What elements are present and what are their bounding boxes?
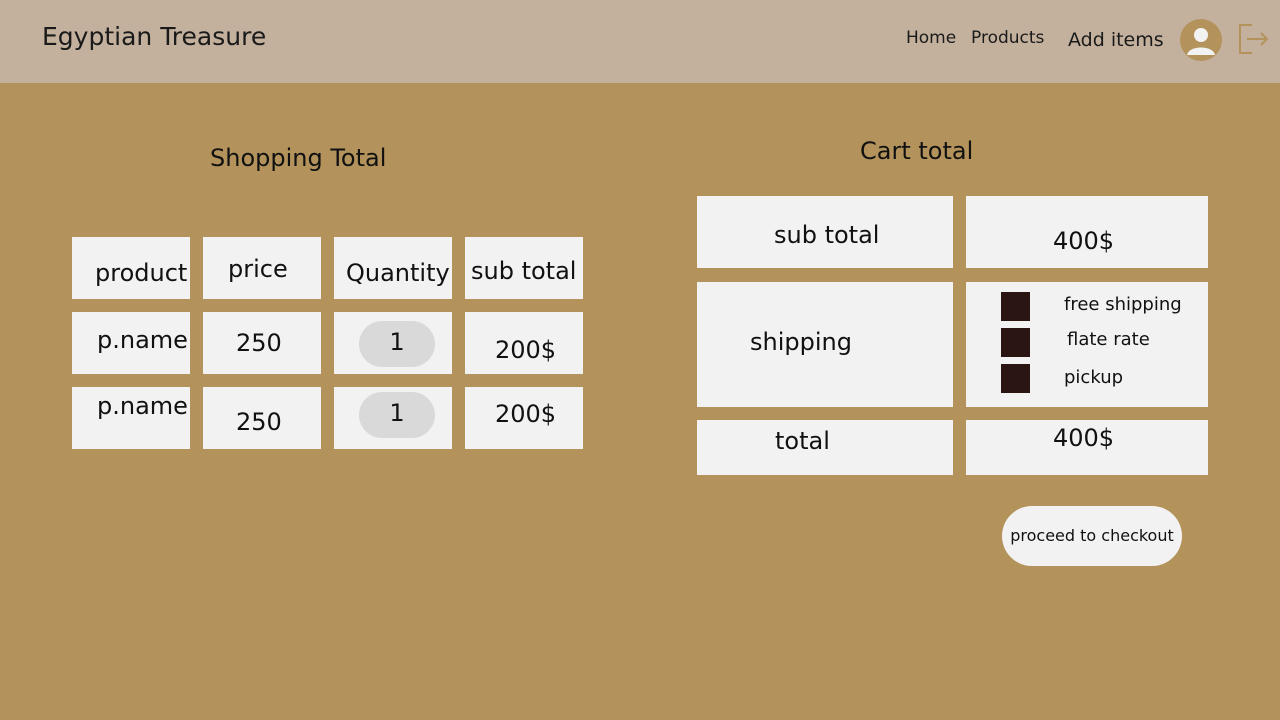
table-row-quantity: 1 bbox=[334, 387, 452, 449]
user-avatar-icon[interactable] bbox=[1180, 19, 1222, 61]
proceed-to-checkout-button[interactable]: proceed to checkout bbox=[1002, 506, 1182, 566]
quantity-stepper[interactable]: 1 bbox=[359, 321, 435, 367]
pickup-checkbox[interactable] bbox=[1001, 364, 1030, 393]
subtotal-value-cell: 400$ bbox=[966, 196, 1208, 268]
table-row-product: p.name bbox=[72, 387, 190, 449]
flat-rate-checkbox[interactable] bbox=[1001, 328, 1030, 357]
column-header-quantity: Quantity bbox=[334, 237, 452, 299]
shipping-options-cell: free shipping flate rate pickup bbox=[966, 282, 1208, 407]
nav-products[interactable]: Products bbox=[971, 28, 1044, 48]
total-label-cell: total bbox=[697, 420, 953, 475]
flat-rate-label: flate rate bbox=[1067, 329, 1150, 350]
cart-total-title: Cart total bbox=[860, 137, 974, 165]
quantity-stepper[interactable]: 1 bbox=[359, 392, 435, 438]
table-row-quantity: 1 bbox=[334, 312, 452, 374]
brand-title: Egyptian Treasure bbox=[42, 22, 267, 51]
table-row-subtotal: 200$ bbox=[465, 387, 583, 449]
table-row-subtotal: 200$ bbox=[465, 312, 583, 374]
table-row-product: p.name bbox=[72, 312, 190, 374]
column-header-price: price bbox=[203, 237, 321, 299]
column-header-product: product bbox=[72, 237, 190, 299]
table-row-price: 250 bbox=[203, 312, 321, 374]
nav-home[interactable]: Home bbox=[906, 28, 956, 48]
table-row-price: 250 bbox=[203, 387, 321, 449]
pickup-label: pickup bbox=[1064, 367, 1124, 388]
logout-icon[interactable] bbox=[1236, 22, 1270, 56]
free-shipping-checkbox[interactable] bbox=[1001, 292, 1030, 321]
shopping-total-title: Shopping Total bbox=[210, 144, 387, 172]
total-value-cell: 400$ bbox=[966, 420, 1208, 475]
shipping-label-cell: shipping bbox=[697, 282, 953, 407]
top-bar: Egyptian Treasure Home Products Add item… bbox=[0, 0, 1280, 83]
subtotal-label-cell: sub total bbox=[697, 196, 953, 268]
column-header-subtotal: sub total bbox=[465, 237, 583, 299]
free-shipping-label: free shipping bbox=[1064, 294, 1182, 315]
nav-add-items[interactable]: Add items bbox=[1068, 29, 1164, 51]
